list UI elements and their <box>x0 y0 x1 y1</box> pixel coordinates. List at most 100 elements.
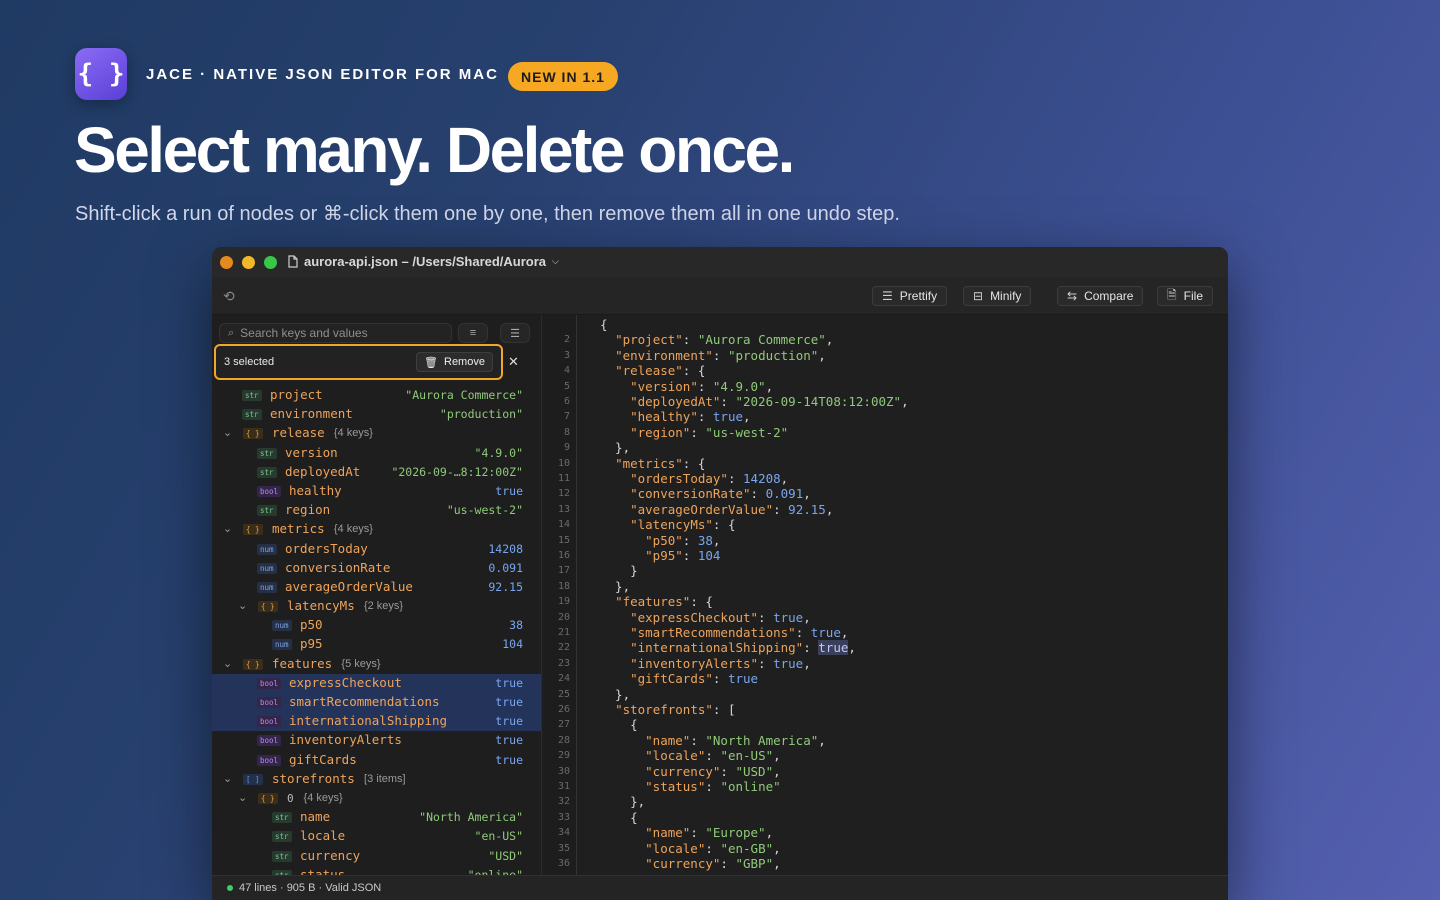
str-type-tag: str <box>272 812 292 824</box>
history-icon[interactable]: ⟲ <box>223 288 235 305</box>
tree-row[interactable]: str locale "en-US" <box>212 827 541 846</box>
chevron-down-icon[interactable]: ⌄ <box>238 599 247 612</box>
trash-icon: 🗑 <box>424 356 438 369</box>
tree-key: deployedAt <box>285 463 361 479</box>
chevron-down-icon[interactable]: ⌄ <box>238 791 247 804</box>
tree-row[interactable]: ⌄ { } metrics {4 keys} <box>212 520 541 539</box>
tree-row[interactable]: num averageOrderValue 92.15 <box>212 578 541 597</box>
version-badge: NEW IN 1.1 <box>508 62 618 91</box>
prettify-button[interactable]: ☰ Prettify <box>872 286 948 306</box>
str-type-tag: str <box>272 831 292 843</box>
tree-value: true <box>495 733 523 748</box>
tree-key: giftCards <box>289 751 357 767</box>
bool-type-tag: bool <box>257 754 282 766</box>
tree-row[interactable]: str currency "USD" <box>212 847 541 866</box>
chevron-down-icon[interactable]: ⌄ <box>223 522 232 535</box>
obj-type-tag: { } <box>258 792 278 804</box>
tree-row[interactable]: ⌄ { } latencyMs {2 keys} <box>212 597 541 616</box>
remove-button[interactable]: 🗑 Remove <box>416 352 493 372</box>
expand-all-button[interactable]: ☰ <box>500 323 530 343</box>
tree-key: p50 <box>300 617 323 633</box>
code-line: "name": "North America", <box>645 732 826 748</box>
tree-row[interactable]: num ordersToday 14208 <box>212 540 541 559</box>
tree-row[interactable]: ⌄ { } release {4 keys} <box>212 424 541 443</box>
str-type-tag: str <box>272 850 292 862</box>
tree-row[interactable]: bool expressCheckout true <box>212 673 541 693</box>
tree-value: "production" <box>439 407 523 422</box>
code-line: "internationalShipping": true, <box>630 640 856 656</box>
tree-row[interactable]: strstatus"online" <box>212 866 541 875</box>
chevron-down-icon[interactable]: ⌄ <box>223 657 232 670</box>
chevron-down-icon[interactable]: ⌄ <box>223 772 232 785</box>
close-window-button[interactable] <box>220 255 233 269</box>
tree-row[interactable]: num conversionRate 0.091 <box>212 559 541 578</box>
search-field[interactable]: ⌕ Search keys and values <box>219 323 452 343</box>
compare-button[interactable]: ⇆ Compare <box>1057 286 1144 306</box>
window-title[interactable]: aurora-api.json – /Users/Shared/Aurora ⌵ <box>288 254 559 269</box>
tree-row[interactable]: str project "Aurora Commerce" <box>212 386 541 405</box>
headline: Select many. Delete once. <box>74 114 795 186</box>
tree-meta: [3 items] <box>364 772 406 785</box>
tree-row[interactable]: ⌄ [ ] storefronts [3 items] <box>212 770 541 789</box>
brand-title: JACE · NATIVE JSON EDITOR FOR MAC <box>146 66 499 83</box>
collapse-all-button[interactable]: ≡ <box>458 323 488 343</box>
tree-row[interactable]: ⌄ { } 0 {4 keys} <box>212 789 541 808</box>
zoom-window-button[interactable] <box>264 255 277 269</box>
code-line: "project": "Aurora Commerce", <box>615 332 834 348</box>
tree-value: "Aurora Commerce" <box>405 388 523 402</box>
tree-value: 92.15 <box>488 579 523 594</box>
tree-key: p95 <box>300 636 323 652</box>
bool-type-tag: bool <box>257 677 282 689</box>
tree-row[interactable]: str name "North America" <box>212 808 541 827</box>
tree-meta: {4 keys} <box>303 791 343 804</box>
status-bar: 47 lines · 905 B · Valid JSON <box>212 875 1228 900</box>
obj-type-tag: { } <box>243 524 263 536</box>
code-line: }, <box>600 794 646 810</box>
chevron-down-icon[interactable]: ⌄ <box>223 426 232 439</box>
tree-row[interactable]: str version "4.9.0" <box>212 444 541 463</box>
tree-row[interactable]: str deployedAt "2026-09-…8:12:00Z" <box>212 463 541 482</box>
str-type-tag: str <box>257 466 277 478</box>
code-line: "p50": 38, <box>645 532 721 548</box>
code-line: "inventoryAlerts": true, <box>630 655 811 671</box>
tree-row[interactable]: num p95 104 <box>212 635 541 654</box>
compare-label: Compare <box>1084 289 1134 303</box>
bool-type-tag: bool <box>257 697 282 708</box>
tree-row[interactable]: str environment "production" <box>212 405 541 424</box>
title-bar: aurora-api.json – /Users/Shared/Aurora ⌵ <box>212 247 1228 277</box>
code-line: "averageOrderValue": 92.15, <box>630 501 834 517</box>
code-editor[interactable]: 2 3 4 5 6 7 8 9 10 11 12 13 14 15 16 17 18 19 20 21 22 23 24 25… <box>544 315 1228 875</box>
app-icon: { } <box>75 48 127 100</box>
editor-window: aurora-api.json – /Users/Shared/Aurora ⌵… <box>212 247 1228 900</box>
str-type-tag: str <box>257 447 277 459</box>
obj-type-tag: { } <box>243 428 263 440</box>
tree-meta: {2 keys} <box>363 600 404 613</box>
tree-row[interactable]: bool healthy true <box>212 482 541 501</box>
num-type-tag: num <box>257 543 277 555</box>
clear-selection-icon[interactable]: ✕ <box>508 354 519 370</box>
arr-type-tag: [ ] <box>243 773 263 785</box>
tree-row[interactable]: bool giftCards true <box>212 751 541 770</box>
tree-value: "2026-09-…8:12:00Z" <box>391 464 523 479</box>
tree-row[interactable]: num p50 38 <box>212 616 541 635</box>
list-icon: ≡ <box>469 327 477 339</box>
tree-row[interactable]: bool smartRecommendations true <box>212 693 541 713</box>
tree-row[interactable]: ⌄ { } features {5 keys} <box>212 655 541 674</box>
file-button[interactable]: 🗎 File <box>1157 286 1213 306</box>
list-bullets-icon: ☰ <box>510 327 520 340</box>
json-tree: str project "Aurora Commerce" str environmen… <box>212 386 541 875</box>
tree-key: currency <box>300 847 361 863</box>
tree-row[interactable]: bool inventoryAlerts true <box>212 731 541 750</box>
minus-square-icon: ⊟ <box>973 289 984 303</box>
valid-status-dot <box>227 885 233 891</box>
tree-sidebar: ⌕ Search keys and values ≡ ☰ 3 selected … <box>212 315 542 875</box>
code-line: "conversionRate": 0.091, <box>630 486 811 502</box>
code-line: } <box>600 563 638 579</box>
minimize-window-button[interactable] <box>242 255 255 269</box>
tree-row[interactable]: str region "us-west-2" <box>212 501 541 520</box>
tree-row[interactable]: bool internationalShipping true <box>212 712 541 732</box>
code-line: "giftCards": true <box>630 671 759 687</box>
code-line: "status": "online" <box>645 779 781 794</box>
minify-label: Minify <box>990 289 1022 303</box>
minify-button[interactable]: ⊟ Minify <box>963 286 1032 306</box>
